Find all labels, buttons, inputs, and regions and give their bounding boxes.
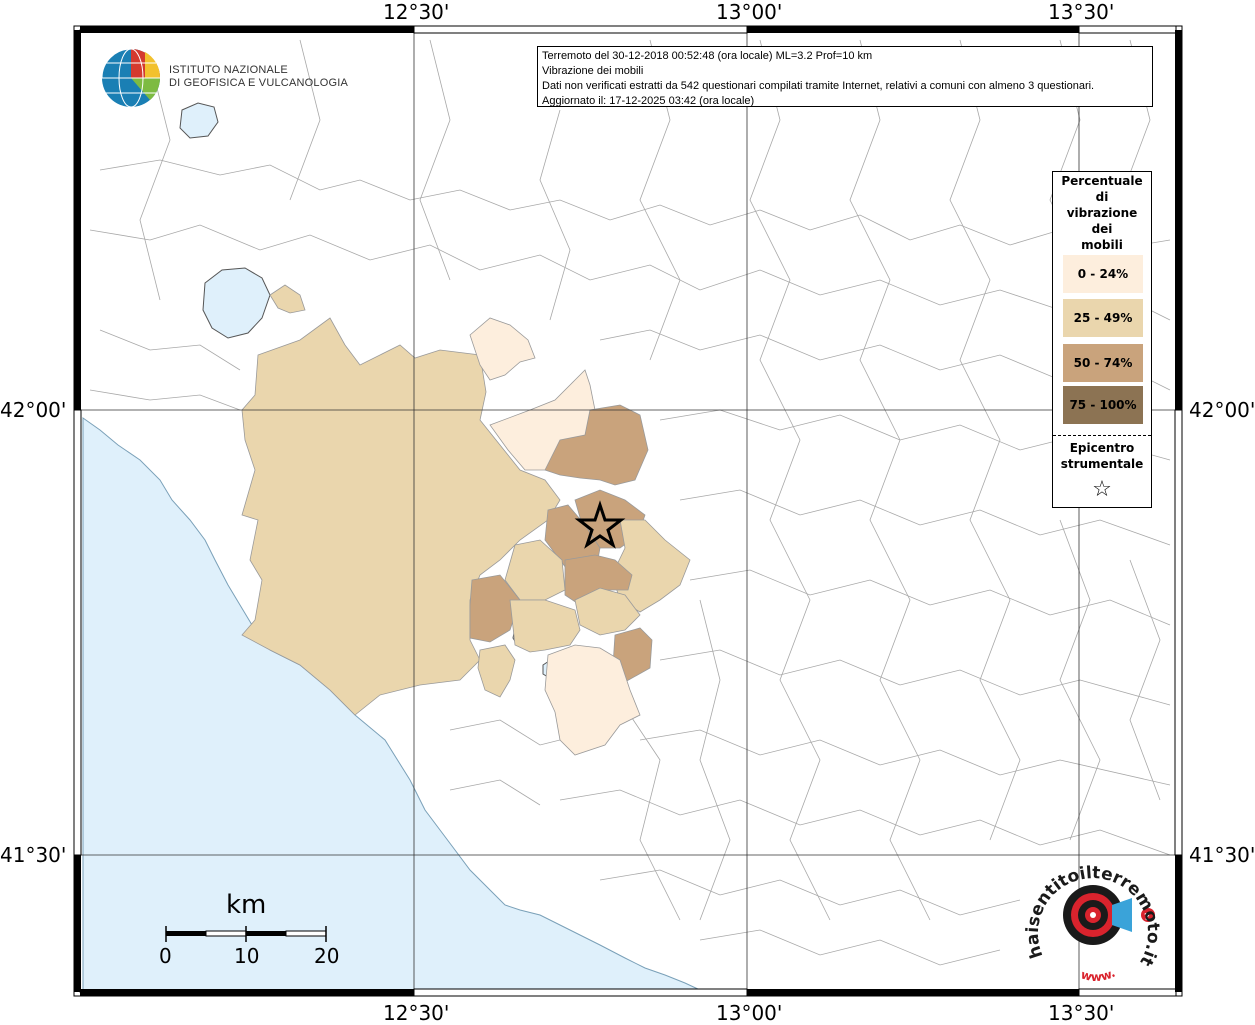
legend-item-50-74: 50 - 74% — [1063, 344, 1143, 382]
data-note: Dati non verificati estratti da 542 ques… — [542, 80, 1095, 92]
comune-sw-tan — [477, 644, 516, 698]
coord-right-4200: 42°00' — [1189, 398, 1255, 422]
legend: Percentuale di vibrazione dei mobili 0 -… — [1052, 171, 1152, 508]
event-info-box: Terremoto del 30-12-2018 00:52:48 (ora l… — [537, 46, 1153, 107]
legend-title-line: vibrazione — [1066, 206, 1138, 220]
legend-title: Percentuale di vibrazione dei mobili — [1053, 173, 1151, 253]
ingv-line-1: ISTITUTO NAZIONALE — [169, 64, 288, 76]
coord-left-4130: 41°30' — [0, 843, 67, 867]
scale-unit: km — [226, 890, 267, 920]
coord-bottom-1330: 13°30' — [1048, 1001, 1115, 1025]
ingv-logo-icon — [101, 48, 161, 108]
scale-tick-20: 20 — [314, 944, 340, 968]
legend-title-line: Percentuale — [1061, 174, 1143, 188]
legend-title-line: dei — [1091, 222, 1113, 236]
event-title: Terremoto del 30-12-2018 00:52:48 (ora l… — [542, 50, 873, 62]
hsit-stamp-icon: ? haisentitoilterremoto.it www. — [1023, 863, 1163, 984]
legend-star-icon: ☆ — [1092, 477, 1112, 502]
coord-top-1230: 12°30' — [383, 0, 450, 24]
map-parameter: Vibrazione dei mobili — [542, 65, 644, 77]
lake-vico — [179, 102, 219, 139]
scale-tick-10: 10 — [234, 944, 260, 968]
legend-title-line: mobili — [1081, 238, 1123, 252]
coord-bottom-1300: 13°00' — [716, 1001, 783, 1025]
ingv-name: ISTITUTO NAZIONALE DI GEOFISICA E VULCAN… — [169, 64, 348, 90]
comune-north-small — [269, 284, 306, 314]
coord-bottom-1230: 12°30' — [383, 1001, 450, 1025]
ingv-line-2: DI GEOFISICA E VULCANOLOGIA — [169, 77, 348, 89]
legend-epicenter-line: strumentale — [1060, 457, 1144, 471]
stamp-text-2: www. — [1079, 966, 1117, 984]
coord-top-1330: 13°30' — [1048, 0, 1115, 24]
coord-top-1300: 13°00' — [716, 0, 783, 24]
legend-item-75-100: 75 - 100% — [1063, 386, 1143, 424]
legend-epicenter-label: Epicentro strumentale — [1053, 440, 1151, 472]
legend-title-line: di — [1095, 190, 1109, 204]
updated-time: Aggiornato il: 17-12-2025 03:42 (ora loc… — [542, 95, 755, 107]
coord-right-4130: 41°30' — [1189, 843, 1255, 867]
legend-item-25-49: 25 - 49% — [1063, 299, 1143, 337]
intensity-map: ? haisentitoilterremoto.it www. — [73, 25, 1183, 997]
scale-tick-0: 0 — [159, 944, 172, 968]
legend-separator — [1053, 435, 1151, 436]
svg-text:www.: www. — [1079, 966, 1117, 984]
legend-epicenter-line: Epicentro — [1069, 441, 1135, 455]
lake-bracciano — [202, 267, 271, 339]
legend-item-0-24: 0 - 24% — [1063, 255, 1143, 293]
coord-left-4200: 42°00' — [0, 398, 67, 422]
comune-south-tan — [509, 599, 581, 653]
